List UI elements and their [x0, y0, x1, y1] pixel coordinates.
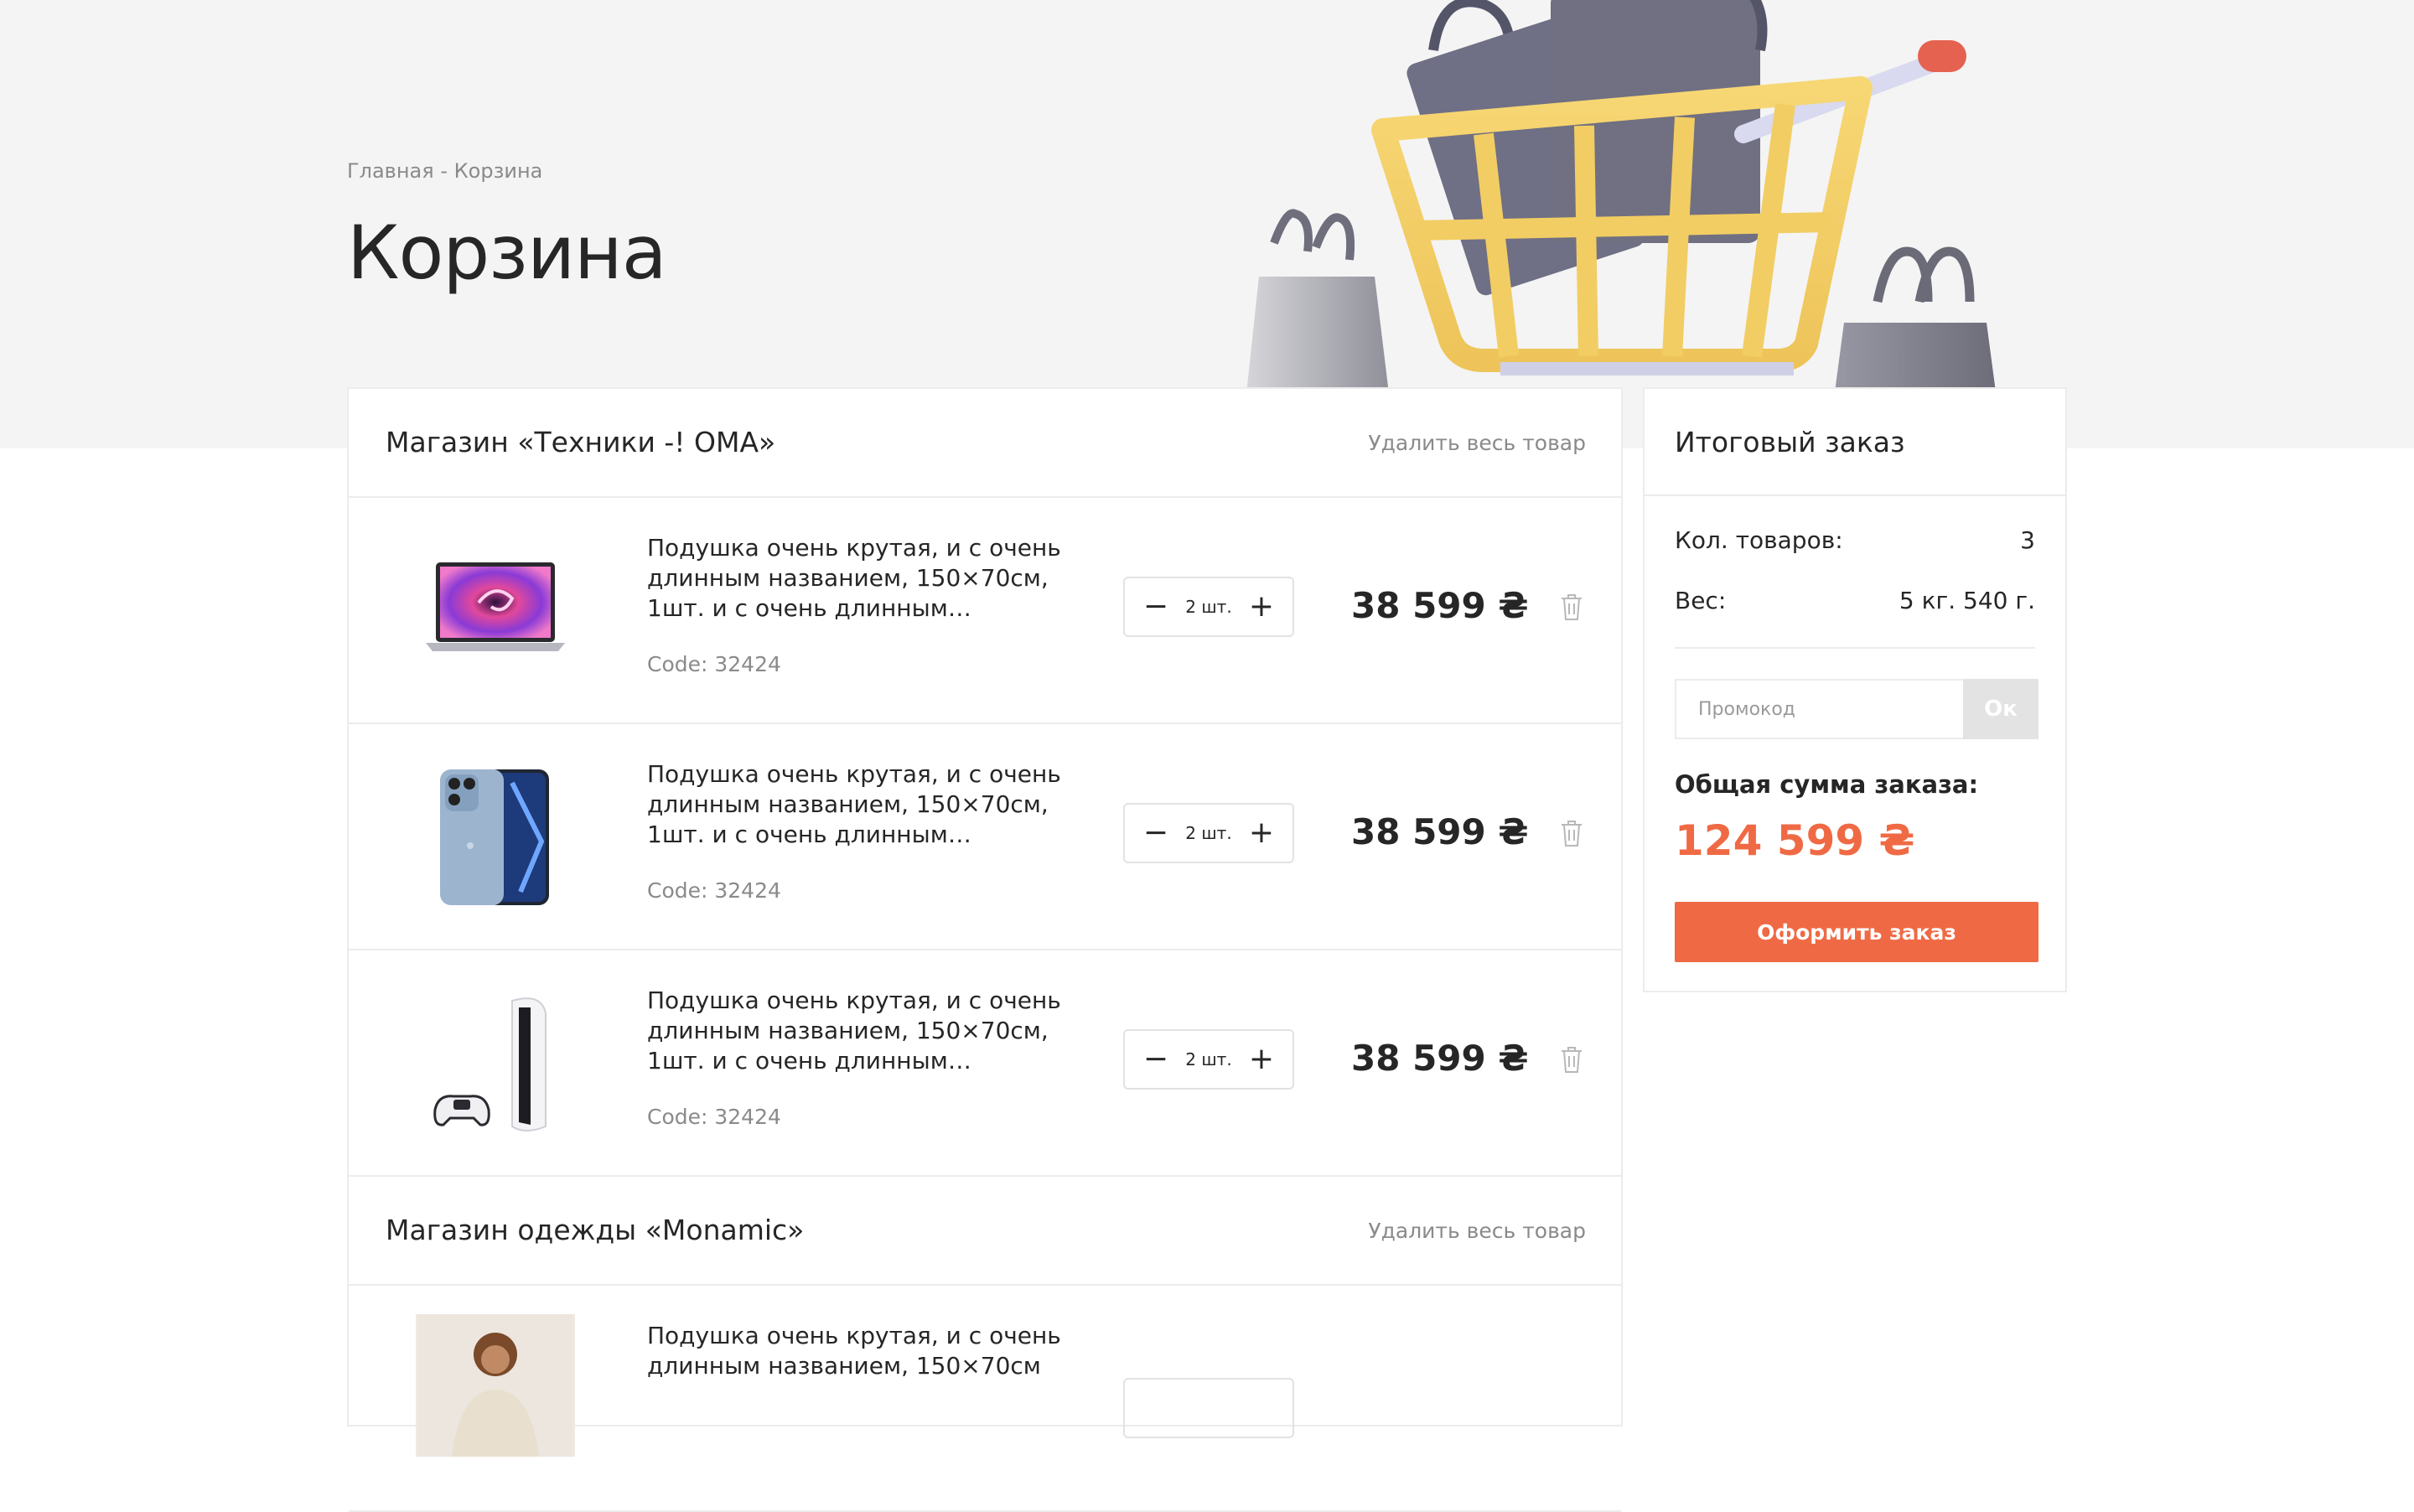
item-price: 38 599 ₴: [1351, 1038, 1529, 1079]
checkout-button[interactable]: Оформить заказ: [1675, 902, 2038, 962]
item-code: Code: 32424: [647, 652, 781, 676]
item-price: 38 599 ₴: [1351, 585, 1529, 626]
decrease-button[interactable]: −: [1142, 818, 1170, 848]
total-value: 124 599 ₴: [1675, 816, 1915, 865]
item-code: Code: 32424: [647, 878, 781, 903]
quantity-value: 2 шт.: [1185, 1049, 1232, 1069]
cart-item: Подушка очень крутая, и с очень длинным …: [349, 950, 1621, 1177]
decrease-button[interactable]: −: [1142, 1044, 1170, 1074]
quantity-stepper: − 2 шт. +: [1123, 577, 1294, 637]
shopping-cart-illustration: [1241, 0, 2003, 448]
breadcrumb-current: Корзина: [453, 159, 543, 183]
remove-all-button[interactable]: Удалить весь товар: [1368, 1219, 1586, 1243]
item-code: Code: 32424: [647, 1105, 781, 1129]
items-count-label: Кол. товаров:: [1675, 526, 1843, 554]
clothing-image[interactable]: [416, 1314, 575, 1457]
weight-row: Вес: 5 кг. 540 г.: [1675, 587, 2035, 614]
trash-icon[interactable]: [1559, 592, 1584, 622]
quantity-stepper: − 2 шт. +: [1123, 1029, 1294, 1090]
item-name[interactable]: Подушка очень крутая, и с очень длинным …: [647, 1321, 1066, 1381]
divider: [1675, 647, 2035, 649]
page-title: Корзина: [347, 210, 667, 296]
decrease-button[interactable]: −: [1142, 592, 1170, 622]
cart-panel: Магазин «Техники -! ОМА» Удалить весь то…: [347, 387, 1623, 1512]
item-name[interactable]: Подушка очень крутая, и с очень длинным …: [647, 533, 1066, 624]
store-header: Магазин «Техники -! ОМА» Удалить весь то…: [349, 389, 1621, 498]
breadcrumb-home[interactable]: Главная: [347, 159, 434, 183]
store-title: Магазин одежды «Monamic»: [386, 1214, 805, 1246]
weight-label: Вес:: [1675, 587, 1727, 614]
summary-title: Итоговый заказ: [1675, 426, 1905, 458]
console-image[interactable]: [416, 992, 575, 1135]
promo-code-input[interactable]: [1675, 679, 1963, 739]
promo-code-form: Ок: [1675, 679, 2038, 739]
items-count-value: 3: [2020, 526, 2035, 554]
apply-promo-button[interactable]: Ок: [1963, 679, 2038, 739]
breadcrumb: Главная - Корзина: [347, 159, 543, 183]
summary-header: Итоговый заказ: [1645, 389, 2065, 496]
order-summary: Итоговый заказ Кол. товаров: 3 Вес: 5 кг…: [1643, 387, 2067, 992]
items-count-row: Кол. товаров: 3: [1675, 526, 2035, 554]
item-name[interactable]: Подушка очень крутая, и с очень длинным …: [647, 759, 1066, 850]
phone-image[interactable]: [416, 766, 575, 909]
cart-item: Подушка очень крутая, и с очень длинным …: [349, 724, 1621, 950]
quantity-value: 2 шт.: [1185, 597, 1232, 617]
quantity-value: 2 шт.: [1185, 823, 1232, 843]
laptop-image[interactable]: [416, 540, 575, 682]
quantity-stepper: − 2 шт. +: [1123, 803, 1294, 863]
increase-button[interactable]: +: [1247, 1044, 1276, 1074]
remove-all-button[interactable]: Удалить весь товар: [1368, 431, 1586, 455]
total-label: Общая сумма заказа:: [1675, 770, 1979, 799]
quantity-stepper: [1123, 1378, 1294, 1438]
cart-item: Подушка очень крутая, и с очень длинным …: [349, 498, 1621, 724]
item-name[interactable]: Подушка очень крутая, и с очень длинным …: [647, 986, 1066, 1076]
cart-item: Подушка очень крутая, и с очень длинным …: [349, 1286, 1621, 1512]
increase-button[interactable]: +: [1247, 818, 1276, 848]
trash-icon[interactable]: [1559, 818, 1584, 848]
trash-icon[interactable]: [1559, 1044, 1584, 1074]
store-header: Магазин одежды «Monamic» Удалить весь то…: [349, 1177, 1621, 1286]
item-price: 38 599 ₴: [1351, 811, 1529, 852]
hero-banner: Главная - Корзина Корзина: [0, 0, 2414, 448]
increase-button[interactable]: +: [1247, 592, 1276, 622]
weight-value: 5 кг. 540 г.: [1899, 587, 2035, 614]
store-title: Магазин «Техники -! ОМА»: [386, 426, 776, 458]
